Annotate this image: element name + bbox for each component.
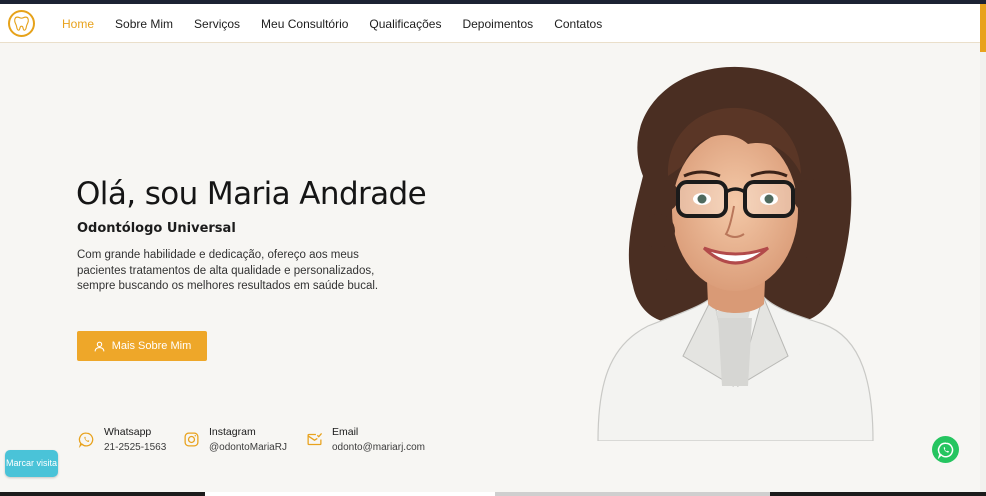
navbar: Home Sobre Mim Serviços Meu Consultório … [0, 4, 986, 43]
main-nav: Home Sobre Mim Serviços Meu Consultório … [62, 4, 623, 43]
scrollbar-thumb[interactable] [980, 4, 986, 52]
nav-sobre-mim[interactable]: Sobre Mim [115, 17, 173, 31]
contact-label-email: Email [332, 426, 359, 438]
dentist-portrait [597, 66, 874, 441]
marcar-visita-button[interactable]: Marcar visita [5, 450, 58, 477]
contact-value-email: odonto@mariarj.com [332, 442, 425, 453]
cta-label: Mais Sobre Mim [111, 340, 192, 352]
bottom-bar-segment [205, 492, 495, 496]
whatsapp-icon [78, 432, 94, 448]
contact-label-instagram: Instagram [209, 426, 256, 438]
mais-sobre-mim-button[interactable]: Mais Sobre Mim [77, 331, 207, 361]
email-icon [307, 433, 323, 446]
nav-home[interactable]: Home [62, 17, 94, 31]
contact-value-whatsapp: 21-2525-1563 [104, 442, 167, 453]
bottom-bar [0, 492, 986, 496]
nav-qualificacoes[interactable]: Qualificações [369, 17, 441, 31]
nav-depoimentos[interactable]: Depoimentos [462, 17, 533, 31]
nav-contatos[interactable]: Contatos [554, 17, 602, 31]
bottom-bar-segment [495, 492, 770, 496]
contact-whatsapp[interactable]: Whatsapp 21-2525-1563 [78, 425, 166, 455]
user-icon [94, 341, 105, 351]
nav-meu-consultorio[interactable]: Meu Consultório [261, 17, 348, 31]
hero-subtitle: Odontólogo Universal [77, 221, 236, 236]
contact-instagram[interactable]: Instagram @odontoMariaRJ [183, 425, 287, 455]
contact-label-whatsapp: Whatsapp [104, 426, 152, 438]
whatsapp-float-button[interactable] [932, 436, 959, 463]
instagram-icon [184, 432, 199, 447]
scrollbar-track[interactable] [980, 52, 986, 492]
contact-value-instagram: @odontoMariaRJ [209, 442, 287, 453]
whatsapp-icon [937, 441, 953, 459]
nav-servicos[interactable]: Serviços [194, 17, 240, 31]
tooth-logo-icon[interactable] [8, 10, 35, 37]
hero-title: Olá, sou Maria Andrade [76, 176, 427, 212]
hero-description: Com grande habilidade e dedicação, ofere… [77, 249, 379, 292]
contact-email[interactable]: Email odonto@mariarj.com [306, 425, 425, 455]
